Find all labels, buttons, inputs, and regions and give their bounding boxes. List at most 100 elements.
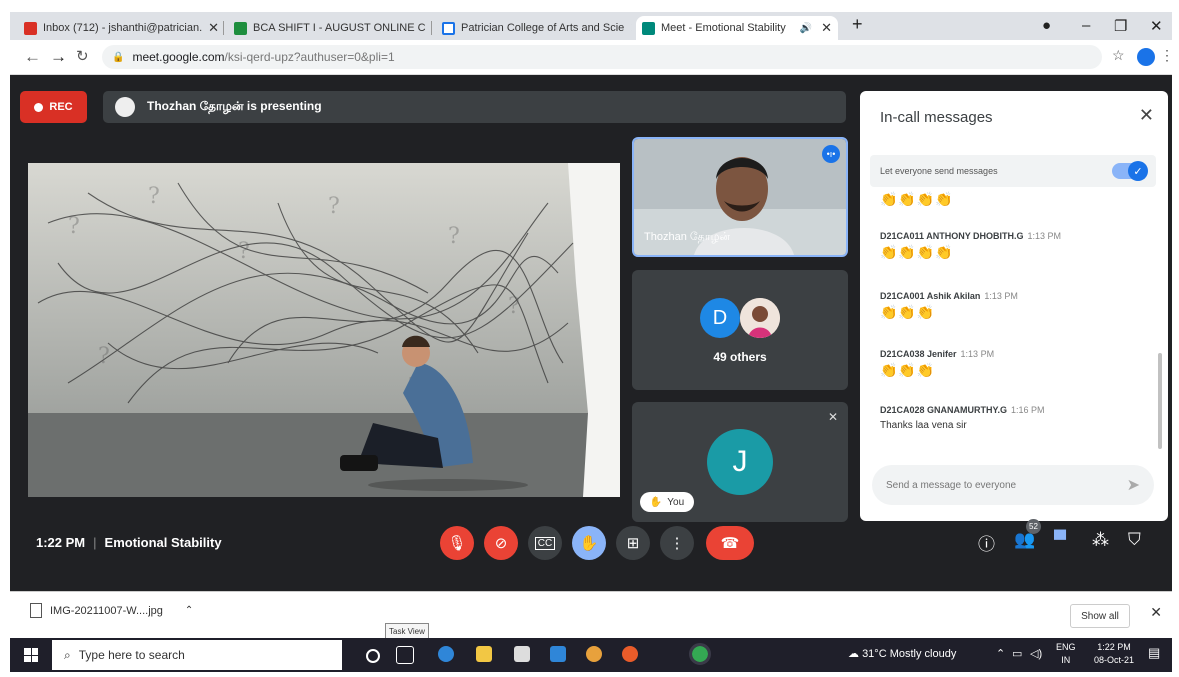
file-explorer-icon[interactable]: [476, 646, 492, 662]
avatar[interactable]: [1137, 48, 1155, 66]
avatar: D: [700, 298, 740, 338]
avatar: J: [707, 429, 773, 495]
more-options-button[interactable]: ⋮: [660, 526, 694, 560]
tab-divider: [431, 21, 432, 35]
chat-scrollbar[interactable]: [1158, 353, 1162, 449]
recording-indicator: REC: [20, 91, 87, 123]
download-item[interactable]: IMG-20211007-W....jpg ⌃: [30, 603, 193, 618]
tab-classroom[interactable]: BCA SHIFT I - AUGUST ONLINE C ✕: [228, 16, 426, 40]
volume-icon[interactable]: ◁): [1030, 647, 1042, 660]
reload-icon[interactable]: ↻: [76, 47, 89, 65]
participant-count-badge: 52: [1026, 519, 1041, 534]
list-item: D21CA038 Jenifer 1:13 PM 👏👏👏: [880, 349, 994, 379]
mic-off-icon: ✕: [827, 410, 838, 424]
weather-widget[interactable]: ☁ 31°C Mostly cloudy: [848, 647, 956, 660]
list-item: D21CA001 Ashik Akilan 1:13 PM 👏👏👏: [880, 291, 1018, 321]
message-body: Thanks laa vena sir: [880, 420, 967, 431]
info-icon[interactable]: ⓘ: [978, 530, 995, 555]
camera-toggle-button[interactable]: ⊘: [484, 526, 518, 560]
send-icon[interactable]: ➤: [1127, 475, 1140, 495]
leave-call-button[interactable]: ☎: [706, 526, 754, 560]
profile-dot-icon[interactable]: ●: [1042, 17, 1051, 34]
tab-gmail[interactable]: Inbox (712) - jshanthi@patrician. ✕: [18, 16, 218, 40]
network-icon[interactable]: ▭: [1012, 647, 1022, 660]
close-icon[interactable]: ✕: [1139, 105, 1154, 126]
task-view-icon[interactable]: [396, 646, 414, 664]
chevron-up-icon[interactable]: ⌃: [185, 605, 193, 616]
rec-label: REC: [49, 101, 73, 113]
speaker-icon[interactable]: 🔊: [800, 23, 812, 34]
others-tile[interactable]: D 49 others: [632, 270, 848, 390]
self-tile[interactable]: J ✕ ✋ You: [632, 402, 848, 522]
taskbar: ⌕ Type here to search ☁ 31°C Mostly clou…: [10, 638, 1172, 672]
message-sender: D21CA028 GNANAMURTHY.G: [880, 405, 1008, 415]
search-icon: ⌕: [64, 647, 71, 662]
svg-text:?: ?: [238, 239, 250, 264]
svg-text:?: ?: [448, 224, 460, 249]
lock-icon: 🔒: [112, 51, 125, 63]
forward-arrow-icon[interactable]: →: [50, 47, 67, 67]
chat-icon[interactable]: ▀: [1054, 530, 1066, 550]
star-icon[interactable]: ☆: [1112, 47, 1125, 64]
close-icon[interactable]: ✕: [821, 20, 832, 36]
mail-icon[interactable]: [550, 646, 566, 662]
others-count: 49 others: [713, 350, 767, 364]
new-tab-button[interactable]: +: [852, 14, 863, 35]
mic-toggle-button[interactable]: 🎙: [440, 526, 474, 560]
captions-button[interactable]: CC: [528, 526, 562, 560]
notifications-icon[interactable]: ▤: [1148, 645, 1160, 661]
close-icon[interactable]: ✕: [208, 20, 218, 36]
meet-area: REC Thozhan தோழன் is presenting ? ? ? ? …: [10, 75, 1172, 591]
activities-icon[interactable]: ⁂: [1092, 530, 1109, 550]
firefox-icon[interactable]: [622, 646, 638, 662]
chat-title: In-call messages: [880, 109, 993, 126]
close-icon[interactable]: ✕: [630, 20, 632, 36]
windows-start-icon[interactable]: [24, 648, 38, 662]
chrome-active-icon[interactable]: [689, 643, 711, 665]
more-icon: ⋮: [669, 535, 685, 552]
meeting-info: 1:22 PM | Emotional Stability: [36, 535, 222, 550]
url-host: meet.google.com: [132, 50, 225, 64]
url-field[interactable]: 🔒 meet.google.com/ksi-qerd-upz?authuser=…: [102, 45, 1102, 69]
svg-text:?: ?: [148, 184, 160, 209]
message-time: 1:13 PM: [960, 349, 995, 359]
window-close-button[interactable]: ✕: [1150, 17, 1163, 35]
chrome-icon[interactable]: [586, 646, 602, 662]
host-controls-icon[interactable]: ⛉: [1128, 530, 1141, 550]
minimize-button[interactable]: –: [1082, 17, 1090, 34]
send-messages-toggle[interactable]: ✓: [1112, 161, 1148, 181]
presenter-avatar: [115, 97, 135, 117]
clock-date: 08-Oct-21: [1094, 655, 1135, 665]
system-clock[interactable]: 1:22 PM 08-Oct-21: [1094, 641, 1134, 667]
gmail-icon: [24, 21, 37, 35]
chat-input-placeholder: Send a message to everyone: [886, 479, 1017, 491]
clock-time: 1:22 PM: [1097, 642, 1131, 652]
message-time: 1:16 PM: [1011, 405, 1045, 415]
hand-icon: ✋: [649, 496, 663, 508]
tab-meet[interactable]: Meet - Emotional Stability 🔊 ✕: [636, 16, 838, 40]
speaker-name: Thozhan தோழன்: [644, 231, 731, 243]
menu-icon[interactable]: ⋮: [1160, 47, 1172, 64]
taskbar-search-input[interactable]: ⌕ Type here to search: [52, 640, 342, 670]
tray-chevron-icon[interactable]: ⌃: [996, 647, 1005, 660]
raise-hand-button[interactable]: ✋: [572, 526, 606, 560]
edge-icon[interactable]: [438, 646, 454, 662]
list-item: D21CA028 GNANAMURTHY.G 1:16 PM Thanks laa…: [880, 405, 1045, 431]
speaker-tile[interactable]: Thozhan தோழன் •ı•: [632, 137, 848, 257]
classroom-icon: [234, 21, 247, 35]
show-all-button[interactable]: Show all: [1070, 604, 1130, 628]
store-icon[interactable]: [514, 646, 530, 662]
svg-text:?: ?: [508, 294, 520, 319]
address-bar: ← → ↻ 🔒 meet.google.com/ksi-qerd-upz?aut…: [10, 40, 1172, 75]
tab-patrician[interactable]: Patrician College of Arts and Scie ✕: [436, 16, 632, 40]
weather-text: 31°C Mostly cloudy: [862, 648, 957, 660]
close-icon[interactable]: ✕: [1150, 604, 1162, 621]
camera-off-icon: ⊘: [494, 535, 508, 552]
present-button[interactable]: ⊞: [616, 526, 650, 560]
cortana-icon[interactable]: [366, 649, 380, 663]
message-sender: D21CA011 ANTHONY DHOBITH.G: [880, 231, 1024, 241]
back-arrow-icon[interactable]: ←: [24, 47, 41, 67]
restore-button[interactable]: ❐: [1114, 17, 1127, 35]
language-indicator[interactable]: ENG IN: [1056, 641, 1076, 667]
chat-input[interactable]: Send a message to everyone ➤: [872, 465, 1154, 505]
